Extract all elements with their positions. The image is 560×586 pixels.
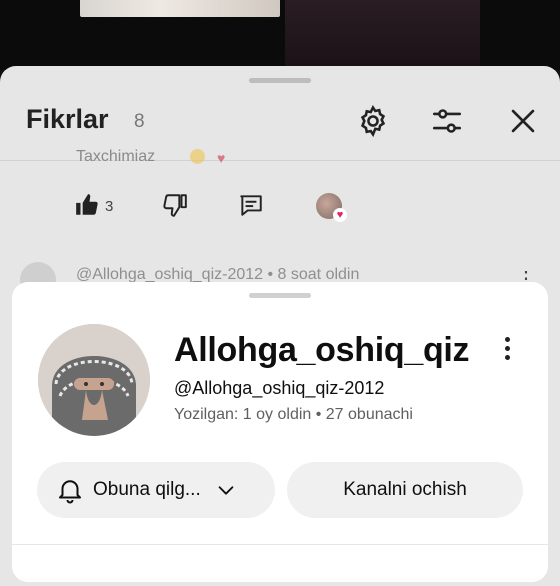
- subscribe-button[interactable]: Obuna qilg...: [37, 462, 275, 518]
- drag-handle[interactable]: [249, 78, 311, 83]
- bell-icon: [59, 480, 81, 504]
- filter-sliders-icon[interactable]: [430, 104, 464, 138]
- video-thumbnail: [80, 0, 280, 17]
- gear-icon[interactable]: [356, 104, 390, 138]
- channel-name: Allohga_oshiq_qiz: [174, 331, 470, 369]
- heart-emoji-icon: ♥: [217, 150, 226, 166]
- thumb-up-icon[interactable]: [74, 192, 100, 222]
- channel-meta: Yozilgan: 1 oy oldin • 27 obunachi: [174, 406, 413, 423]
- subscribe-label: Obuna qilg...: [93, 479, 201, 500]
- page-title: Fikrlar: [26, 104, 109, 134]
- card-drag-handle[interactable]: [249, 293, 311, 298]
- chevron-down-icon: [218, 486, 234, 495]
- open-channel-button[interactable]: Kanalni ochish: [287, 462, 523, 518]
- card-divider: [12, 544, 548, 545]
- channel-handle: @Allohga_oshiq_qiz-2012: [174, 378, 385, 398]
- avatar[interactable]: [38, 324, 150, 436]
- comment-count: 8: [134, 111, 145, 132]
- reply-icon[interactable]: [238, 192, 264, 222]
- close-icon[interactable]: [506, 104, 540, 138]
- profile-card: Allohga_oshiq_qiz @Allohga_oshiq_qiz-201…: [12, 282, 548, 582]
- heart-badge-icon: ♥: [333, 208, 347, 222]
- video-area[interactable]: [0, 0, 560, 70]
- comment-text-partial: Taxchimiaz: [76, 148, 156, 165]
- like-count: 3: [105, 198, 114, 215]
- smile-emoji-icon: [190, 149, 205, 164]
- thumb-down-icon[interactable]: [162, 192, 188, 222]
- video-thumbnail-dark: [285, 0, 480, 70]
- more-options-icon[interactable]: [498, 334, 516, 366]
